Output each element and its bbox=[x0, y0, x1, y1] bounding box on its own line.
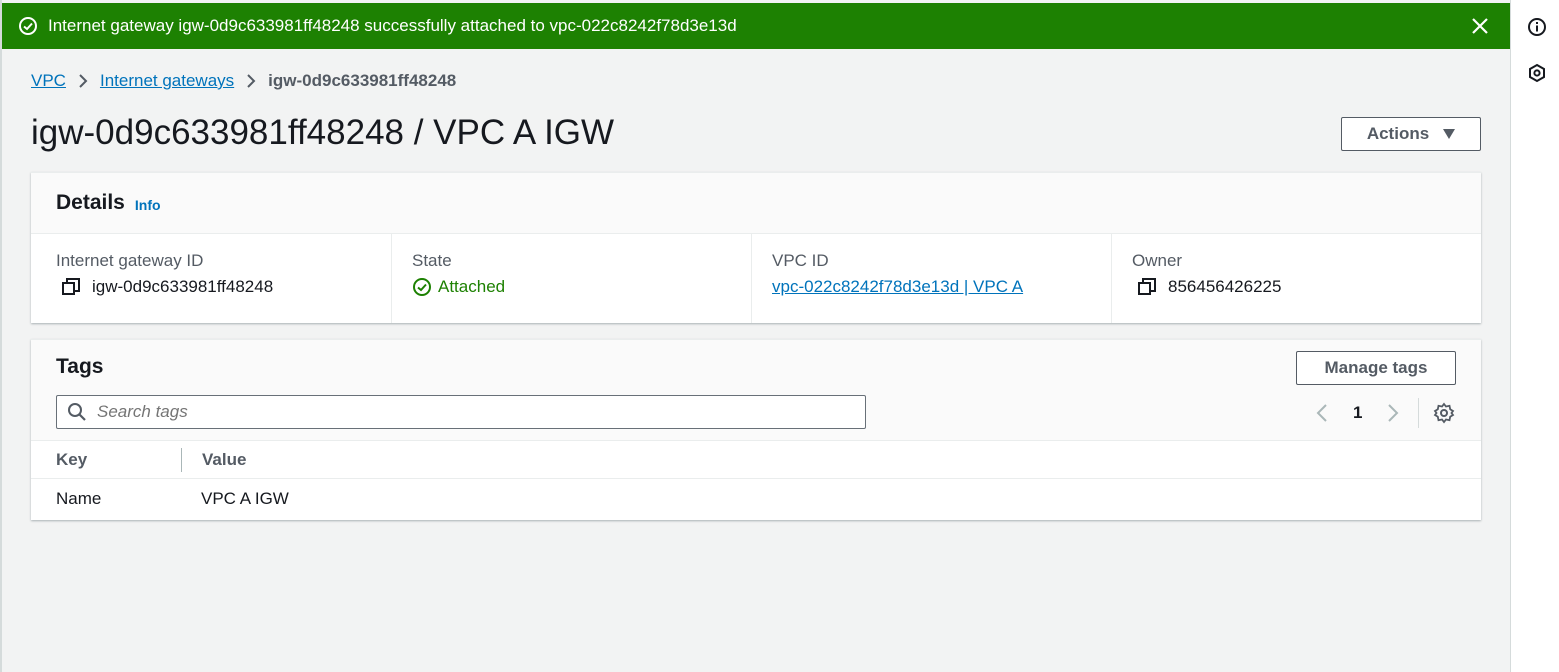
breadcrumb-internet-gateways[interactable]: Internet gateways bbox=[100, 71, 234, 91]
pagination: 1 bbox=[1311, 398, 1455, 428]
status-ok-icon bbox=[412, 277, 432, 297]
igw-id-value: igw-0d9c633981ff48248 bbox=[92, 277, 274, 296]
chevron-right-icon[interactable] bbox=[1382, 401, 1404, 425]
field-state: State Attached bbox=[391, 234, 751, 323]
tags-title: Tags bbox=[56, 355, 104, 378]
flash-message: Internet gateway igw-0d9c633981ff48248 s… bbox=[48, 16, 737, 35]
vpc-id-label: VPC ID bbox=[772, 251, 829, 270]
breadcrumb: VPC Internet gateways igw-0d9c633981ff48… bbox=[31, 71, 456, 91]
cell-value: VPC A IGW bbox=[201, 489, 289, 508]
owner-label: Owner bbox=[1132, 251, 1183, 270]
table-header: Key Value bbox=[31, 441, 1481, 479]
details-header: Details Info bbox=[31, 173, 1481, 234]
field-owner: Owner 856456426225 bbox=[1111, 234, 1471, 323]
column-divider bbox=[181, 447, 182, 472]
right-tools-rail bbox=[1510, 0, 1559, 672]
page-title: igw-0d9c633981ff48248 / VPC A IGW bbox=[31, 113, 615, 152]
field-vpc-id: VPC ID vpc-022c8242f78d3e13d | VPC A bbox=[751, 234, 1111, 323]
page-number[interactable]: 1 bbox=[1353, 403, 1362, 423]
field-igw-id: Internet gateway ID igw-0d9c633981ff4824… bbox=[31, 234, 391, 323]
breadcrumb-vpc[interactable]: VPC bbox=[31, 71, 66, 91]
chevron-right-icon bbox=[246, 74, 256, 88]
cell-key: Name bbox=[56, 489, 102, 508]
column-header-key[interactable]: Key bbox=[31, 450, 181, 470]
details-panel: Details Info Internet gateway ID igw-0d9… bbox=[31, 172, 1481, 323]
tags-header: Tags Manage tags 1 bbox=[31, 340, 1481, 441]
actions-button[interactable]: Actions bbox=[1341, 117, 1481, 151]
success-flashbar: Internet gateway igw-0d9c633981ff48248 s… bbox=[2, 3, 1510, 49]
breadcrumb-current: igw-0d9c633981ff48248 bbox=[268, 71, 457, 90]
copy-icon[interactable] bbox=[62, 278, 80, 296]
settings-hex-icon[interactable] bbox=[1526, 62, 1548, 84]
search-input[interactable] bbox=[97, 402, 817, 422]
igw-id-label: Internet gateway ID bbox=[56, 251, 204, 270]
vpc-id-link[interactable]: vpc-022c8242f78d3e13d | VPC A bbox=[772, 277, 1023, 297]
search-field[interactable] bbox=[56, 395, 866, 429]
owner-value: 856456426225 bbox=[1168, 277, 1282, 296]
close-icon[interactable] bbox=[1468, 14, 1492, 38]
info-icon[interactable] bbox=[1526, 16, 1548, 38]
chevron-left-icon[interactable] bbox=[1311, 401, 1333, 425]
state-label: State bbox=[412, 251, 452, 270]
search-icon bbox=[67, 402, 87, 422]
state-value: Attached bbox=[438, 277, 506, 296]
manage-tags-button[interactable]: Manage tags bbox=[1296, 351, 1456, 385]
pager-divider bbox=[1418, 398, 1420, 428]
actions-label: Actions bbox=[1366, 124, 1430, 143]
chevron-right-icon bbox=[78, 74, 88, 88]
column-header-value[interactable]: Value bbox=[202, 450, 246, 470]
left-border bbox=[0, 0, 2, 672]
table-row: Name VPC A IGW bbox=[31, 479, 1481, 519]
caret-down-icon bbox=[1443, 129, 1456, 139]
details-title: Details bbox=[56, 191, 125, 214]
info-link[interactable]: Info bbox=[135, 197, 161, 213]
copy-icon[interactable] bbox=[1138, 278, 1156, 296]
success-icon bbox=[18, 16, 38, 36]
gear-icon[interactable] bbox=[1433, 402, 1455, 424]
tags-panel: Tags Manage tags 1 Key Value Name bbox=[31, 339, 1481, 520]
